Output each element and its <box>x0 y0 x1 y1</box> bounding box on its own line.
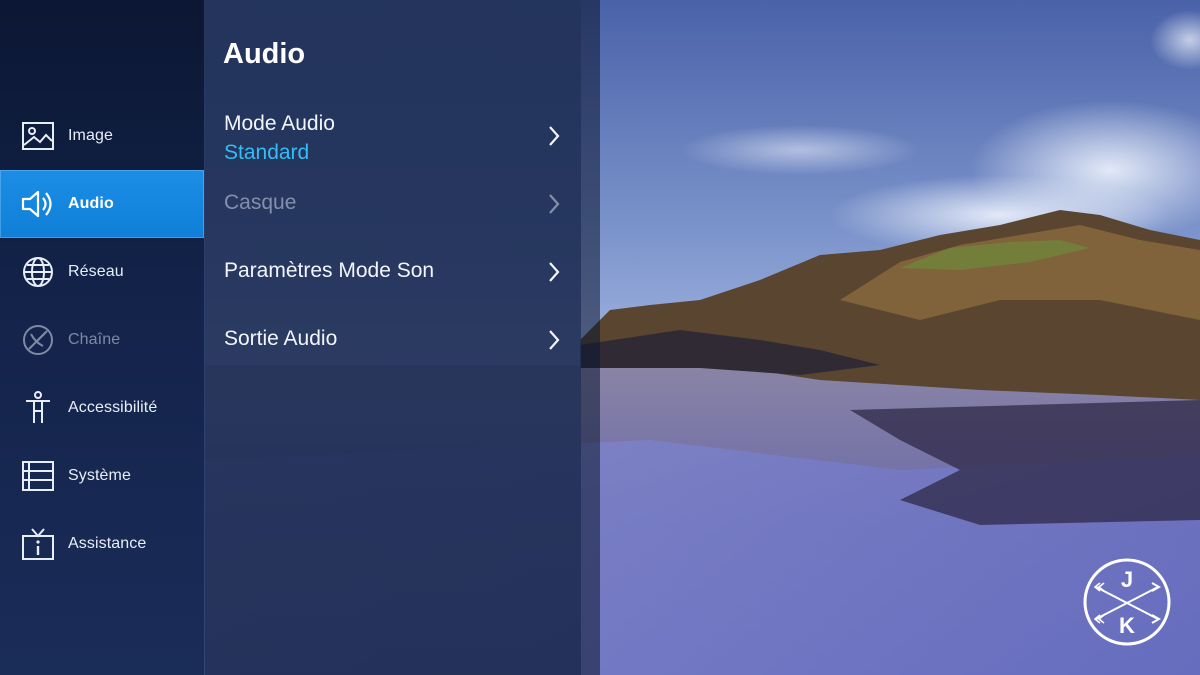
menu-item-mode-audio[interactable]: Mode Audio Standard <box>205 104 581 172</box>
sidebar-item-label: Chaîne <box>68 331 121 348</box>
menu-item-sortie-audio[interactable]: Sortie Audio <box>205 316 581 364</box>
panel-title: Audio <box>223 38 306 70</box>
tv-info-icon <box>20 526 56 562</box>
sidebar-item-systeme[interactable]: Système <box>0 442 204 510</box>
jk-watermark-logo: J K <box>1083 558 1171 646</box>
sidebar-item-assistance[interactable]: Assistance <box>0 510 204 578</box>
sidebar-item-accessibilite[interactable]: Accessibilité <box>0 374 204 442</box>
menu-item-label: Paramètres Mode Son <box>224 259 435 282</box>
sidebar-item-label: Accessibilité <box>68 399 158 416</box>
antenna-icon <box>20 322 56 358</box>
sidebar-item-image[interactable]: Image <box>0 102 204 170</box>
logo-letter-bottom: K <box>1119 613 1135 638</box>
speaker-icon <box>20 186 56 222</box>
menu-item-parametres-mode-son[interactable]: Paramètres Mode Son <box>205 248 581 296</box>
settings-sidebar: Image Audio Réseau Chaîne Accessibilité … <box>0 0 205 675</box>
audio-settings-panel: Audio Mode Audio Standard Casque Paramèt… <box>205 0 581 675</box>
chevron-right-icon <box>549 194 560 214</box>
chevron-right-icon <box>549 262 560 282</box>
globe-icon <box>20 254 56 290</box>
logo-letter-top: J <box>1121 567 1133 592</box>
sidebar-item-label: Audio <box>68 195 114 212</box>
sidebar-item-label: Assistance <box>68 535 147 552</box>
sidebar-item-chaine: Chaîne <box>0 306 204 374</box>
sidebar-item-label: Réseau <box>68 263 124 280</box>
system-list-icon <box>20 458 56 494</box>
menu-item-label: Casque <box>224 191 297 214</box>
sidebar-item-reseau[interactable]: Réseau <box>0 238 204 306</box>
menu-item-label: Sortie Audio <box>224 327 338 350</box>
menu-item-label: Mode Audio <box>224 112 335 135</box>
sidebar-item-label: Image <box>68 127 113 144</box>
image-icon <box>20 118 56 154</box>
menu-item-value: Standard <box>224 141 310 164</box>
menu-item-casque: Casque <box>205 180 581 228</box>
sidebar-item-audio[interactable]: Audio <box>0 170 204 238</box>
sidebar-item-label: Système <box>68 467 131 484</box>
chevron-right-icon <box>549 330 560 350</box>
accessibility-icon <box>20 390 56 426</box>
chevron-right-icon <box>549 126 560 146</box>
